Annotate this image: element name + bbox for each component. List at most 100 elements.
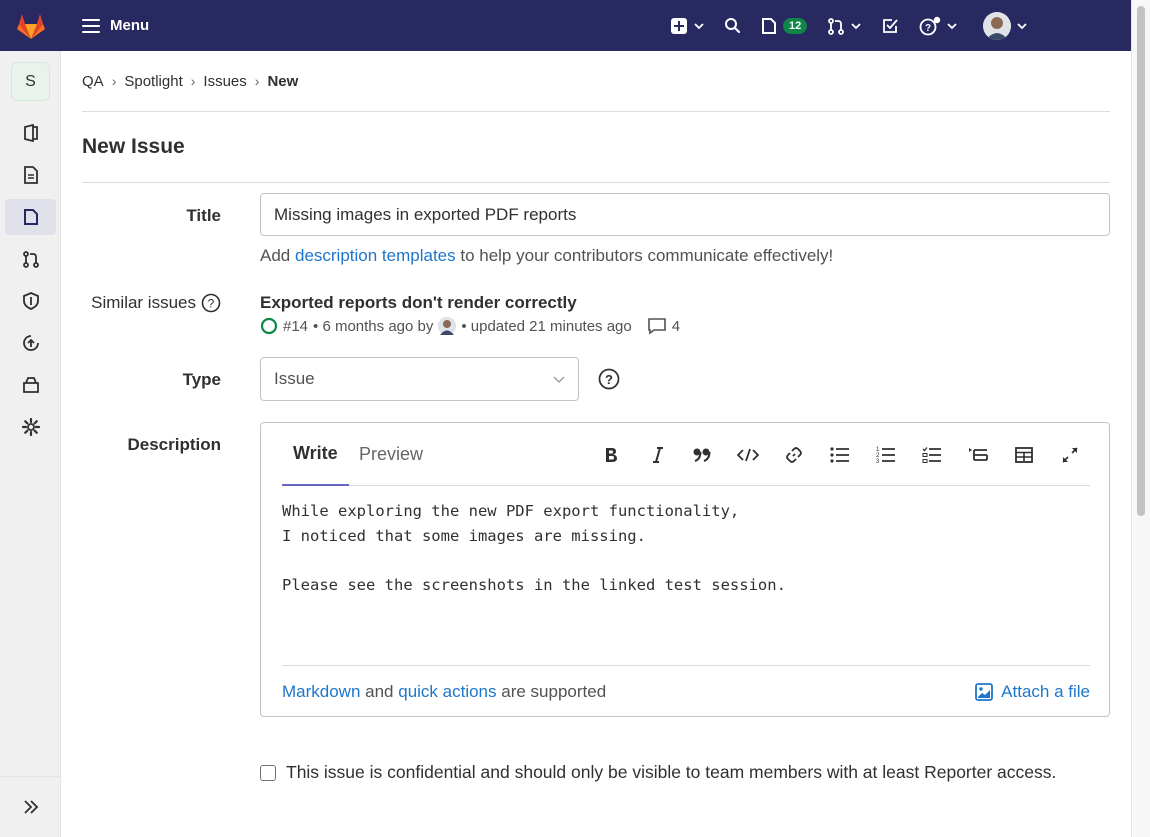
gear-icon — [21, 418, 40, 436]
editor-tabs: Write Preview 123 — [282, 423, 1090, 486]
svg-text:3: 3 — [876, 459, 880, 464]
breadcrumb-separator: › — [254, 73, 260, 89]
bullet-list-button[interactable] — [826, 441, 854, 469]
image-icon — [975, 682, 994, 701]
sidebar-item-merge-requests[interactable] — [5, 241, 56, 277]
issue-type-select[interactable]: Issue — [260, 357, 579, 401]
chevron-down-icon — [553, 376, 565, 383]
link-button[interactable] — [780, 441, 808, 469]
new-item-dropdown[interactable] — [670, 17, 704, 35]
tab-preview[interactable]: Preview — [348, 423, 434, 486]
similar-issue-comments-count: 4 — [671, 317, 681, 335]
confidential-option[interactable]: This issue is confidential and should on… — [260, 762, 1056, 783]
merge-requests-dropdown[interactable] — [827, 17, 861, 35]
description-textarea[interactable]: While exploring the new PDF export funct… — [282, 499, 1090, 659]
question-circle-icon[interactable]: ? — [598, 368, 620, 390]
quote-icon — [693, 448, 711, 462]
breadcrumb-separator: › — [111, 73, 117, 89]
issues-count-badge: 12 — [783, 17, 808, 34]
bold-button[interactable] — [597, 441, 625, 469]
title-label: Title — [186, 206, 221, 225]
svg-text:?: ? — [208, 297, 215, 311]
list-indent-icon — [969, 448, 988, 461]
project-avatar[interactable]: S — [11, 62, 50, 101]
similar-issue-number: #14 — [283, 317, 309, 335]
collapsible-section-button[interactable] — [964, 441, 992, 469]
project-icon — [23, 124, 38, 142]
chevron-down-icon — [947, 22, 957, 29]
menu-button[interactable]: Menu — [82, 17, 149, 34]
attach-file-label: Attach a file — [1001, 681, 1090, 701]
sidebar-item-packages[interactable] — [5, 367, 56, 403]
user-avatar — [983, 11, 1012, 40]
issues-nav-button[interactable]: 12 — [761, 17, 808, 35]
issues-icon — [762, 17, 776, 34]
markdown-link[interactable]: Markdown — [282, 682, 360, 701]
document-icon — [23, 166, 38, 184]
table-button[interactable] — [1010, 441, 1038, 469]
hint-text: Add — [260, 246, 295, 265]
title-input[interactable] — [260, 193, 1110, 236]
sidebar-item-project-info[interactable] — [5, 115, 56, 151]
svg-text:?: ? — [925, 23, 931, 34]
code-button[interactable] — [734, 441, 762, 469]
breadcrumb-item-group[interactable]: QA — [82, 73, 104, 90]
hint-text: to help your contributors communicate ef… — [455, 246, 834, 265]
breadcrumb-item-current[interactable]: New — [267, 73, 298, 90]
similar-issues-label: Similar issues ? — [82, 293, 221, 313]
similar-issue-title[interactable]: Exported reports don't render correctly — [260, 293, 577, 313]
list-task-icon — [922, 447, 941, 463]
description-editor: Write Preview 123 While exploring the ne… — [260, 422, 1110, 717]
breadcrumb-item-issues[interactable]: Issues — [203, 73, 246, 90]
todos-button[interactable] — [881, 17, 899, 35]
attach-file-button[interactable]: Attach a file — [975, 682, 1090, 702]
help-icon: ? — [919, 16, 941, 35]
user-menu-dropdown[interactable] — [983, 11, 1027, 40]
scrollbar-thumb[interactable] — [1137, 6, 1145, 516]
footer-text: and — [360, 681, 399, 701]
sidebar-item-settings[interactable] — [5, 409, 56, 445]
plus-square-icon — [671, 17, 687, 34]
breadcrumb-item-project[interactable]: Spotlight — [124, 73, 182, 90]
sidebar-item-security[interactable] — [5, 283, 56, 319]
collapse-sidebar-button[interactable] — [0, 776, 61, 837]
similar-issues-label-text: Similar issues — [91, 293, 196, 312]
bold-icon — [606, 448, 617, 462]
page-scrollbar[interactable] — [1131, 0, 1150, 837]
chevron-down-icon — [1017, 22, 1027, 29]
package-icon — [22, 377, 39, 393]
sidebar-item-repository[interactable] — [5, 157, 56, 193]
confidential-checkbox[interactable] — [260, 764, 276, 781]
search-button[interactable] — [724, 17, 741, 34]
similar-issue-updated: • updated 21 minutes ago — [461, 317, 632, 335]
link-icon — [786, 447, 802, 463]
search-icon — [725, 18, 741, 34]
fullscreen-button[interactable] — [1056, 441, 1084, 469]
gitlab-logo-icon[interactable] — [0, 0, 62, 51]
svg-text:?: ? — [605, 372, 613, 387]
help-dropdown[interactable]: ? — [919, 16, 957, 36]
todo-check-icon — [883, 18, 898, 33]
similar-issue-created: • 6 months ago by — [313, 317, 434, 335]
chevron-down-icon — [851, 22, 861, 29]
sidebar-item-deployments[interactable] — [5, 325, 56, 361]
quote-button[interactable] — [688, 441, 716, 469]
description-templates-link[interactable]: description templates — [295, 246, 456, 265]
breadcrumb: QA › Spotlight › Issues › New — [82, 51, 1110, 112]
task-list-button[interactable] — [918, 441, 946, 469]
double-chevron-right-icon — [23, 800, 38, 814]
table-icon — [1015, 447, 1033, 463]
page-title: New Issue — [82, 112, 1110, 183]
quick-actions-link[interactable]: quick actions — [398, 682, 496, 701]
markdown-support-text: Markdown and quick actions are supported — [282, 682, 606, 702]
footer-text: are supported — [496, 681, 607, 701]
menu-label: Menu — [110, 17, 150, 34]
list-numbered-icon: 123 — [876, 447, 895, 464]
tab-write[interactable]: Write — [282, 423, 349, 486]
sidebar-item-issues[interactable] — [5, 199, 56, 235]
numbered-list-button[interactable]: 123 — [872, 441, 900, 469]
italic-button[interactable] — [644, 441, 672, 469]
question-circle-icon[interactable]: ? — [201, 293, 221, 313]
confidential-label: This issue is confidential and should on… — [286, 762, 1057, 782]
shield-icon — [22, 292, 39, 310]
